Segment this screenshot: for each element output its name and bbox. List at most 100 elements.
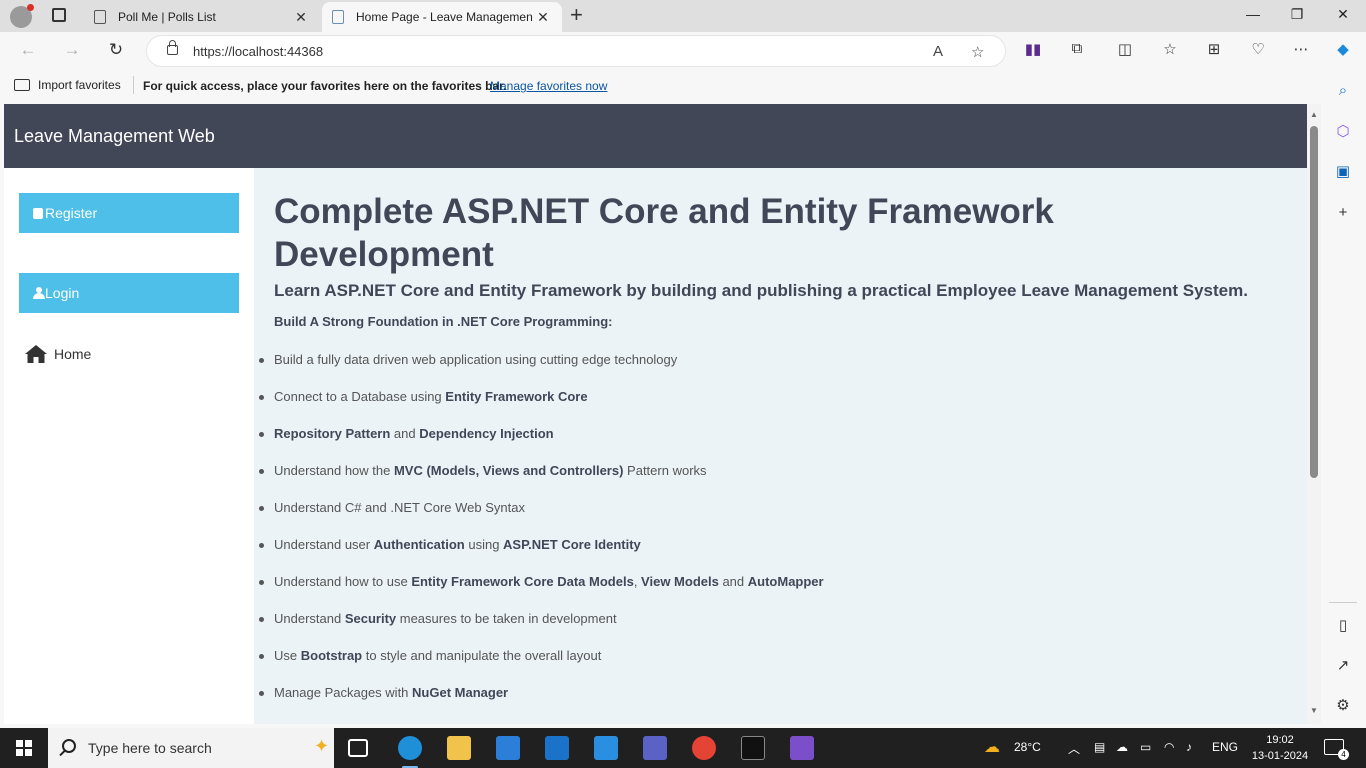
browser-toolbar: ← → ↻ https://localhost:44368 A ☆ ▮▮ ⧉ ◫… [0, 32, 1366, 70]
windows-start-icon[interactable] [16, 740, 32, 756]
scroll-up-icon[interactable]: ▲ [1310, 110, 1318, 119]
text: , [633, 574, 642, 589]
bold-text: AutoMapper [747, 574, 824, 589]
list-item: Connect to a Database using Entity Frame… [259, 387, 824, 424]
tab-label: Home Page - Leave Managemen [356, 10, 533, 24]
favorites-icon[interactable]: ☆ [1159, 40, 1181, 62]
volume-icon[interactable]: ♪ [1186, 740, 1192, 754]
clock[interactable]: 19:02 13-01-2024 [1251, 732, 1309, 764]
lock-icon[interactable] [167, 40, 178, 55]
list-item: Understand Security measures to be taken… [259, 609, 824, 646]
vscode-icon[interactable] [594, 736, 618, 760]
restore-icon[interactable]: ❐ [1274, 6, 1320, 23]
show-hidden-icons-icon[interactable]: ︿ [1068, 740, 1080, 757]
text: and [390, 426, 420, 441]
divider [133, 76, 134, 94]
visual-studio-icon[interactable] [790, 736, 814, 760]
chrome-icon[interactable] [692, 736, 716, 760]
store-icon[interactable] [496, 736, 520, 760]
profile-avatar-icon[interactable] [10, 4, 34, 28]
favorite-star-icon[interactable]: ☆ [971, 43, 984, 61]
onedrive-icon[interactable]: ☁ [1116, 740, 1128, 754]
manage-favorites-link[interactable]: Manage favorites now [490, 79, 607, 93]
list-item: Use Bootstrap to style and manipulate th… [259, 646, 824, 683]
weather-temp[interactable]: 28°C [1014, 740, 1041, 754]
close-window-icon[interactable]: ✕ [1320, 6, 1366, 23]
close-tab-icon[interactable]: ✕ [534, 9, 552, 26]
text: Understand user [274, 537, 374, 552]
search-placeholder: Type here to search [88, 740, 212, 756]
main-content: Complete ASP.NET Core and Entity Framewo… [254, 168, 1307, 724]
wifi-icon[interactable]: ◠ [1164, 740, 1174, 754]
page-title: Complete ASP.NET Core and Entity Framewo… [274, 192, 1054, 274]
mail-icon[interactable] [545, 736, 569, 760]
text: Manage Packages with [274, 685, 413, 700]
section-heading: Build A Strong Foundation in .NET Core P… [274, 314, 613, 329]
import-favorites-button[interactable]: Import favorites [14, 78, 121, 92]
register-button[interactable]: Register [19, 193, 239, 233]
sidebar-toggle-icon[interactable]: ▯ [1333, 616, 1353, 636]
register-label: Register [45, 205, 98, 221]
open-external-icon[interactable]: ↗ [1333, 656, 1353, 676]
browser-tab-home[interactable]: Home Page - Leave Managemen ✕ [322, 2, 562, 32]
settings-gear-icon[interactable]: ⚙ [1333, 696, 1353, 716]
teams-icon[interactable] [643, 736, 667, 760]
url-text[interactable]: https://localhost:44368 [193, 44, 323, 59]
app-brand[interactable]: Leave Management Web [14, 126, 215, 147]
network-drive-icon[interactable]: ▤ [1094, 740, 1105, 754]
weather-icon[interactable]: ☁ [984, 737, 1000, 757]
language-indicator[interactable]: ENG [1212, 740, 1238, 754]
file-explorer-icon[interactable] [447, 736, 471, 760]
read-aloud-icon[interactable]: A [933, 43, 943, 60]
outlook-icon[interactable]: ▣ [1333, 162, 1353, 182]
list-item: Understand how the MVC (Models, Views an… [259, 461, 824, 498]
split-screen-icon[interactable]: ◫ [1114, 40, 1136, 62]
sidebar-item-home[interactable]: Home [24, 344, 91, 364]
page-subtitle: Learn ASP.NET Core and Entity Framework … [274, 281, 1248, 300]
new-tab-icon[interactable]: + [570, 4, 583, 26]
office-icon[interactable]: ⬡ [1333, 122, 1353, 142]
import-icon [14, 79, 30, 91]
browser-essentials-icon[interactable]: ♡ [1247, 40, 1269, 62]
add-icon[interactable]: + [1333, 204, 1353, 224]
feature-list: Build a fully data driven web applicatio… [259, 350, 824, 720]
windows-taskbar: Type here to search ✦ ☁ 28°C ︿ ▤ ☁ ▭ ◠ ♪… [0, 728, 1366, 768]
favorites-bar: Import favorites For quick access, place… [0, 70, 1366, 100]
id-card-icon [33, 207, 43, 219]
extension-icon[interactable]: ▮▮ [1022, 40, 1044, 62]
forward-icon[interactable]: → [60, 40, 84, 62]
login-button[interactable]: Login [19, 273, 239, 313]
search-icon[interactable]: ⌕ [1333, 82, 1353, 102]
list-item: Manage Packages with NuGet Manager [259, 683, 824, 720]
text: measures to be taken in development [396, 611, 617, 626]
scrollbar-thumb[interactable] [1310, 126, 1318, 478]
tab-actions-icon[interactable] [52, 8, 66, 22]
close-tab-icon[interactable]: ✕ [292, 9, 310, 26]
more-menu-icon[interactable]: ⋯ [1290, 40, 1312, 62]
notifications-icon[interactable]: 4 [1324, 739, 1349, 760]
page-scrollbar[interactable]: ▲ ▼ [1307, 104, 1321, 724]
app-sidebar: Register Login Home [4, 168, 254, 724]
copilot-icon[interactable]: ◆ [1332, 40, 1354, 62]
bold-text: NuGet Manager [412, 685, 509, 700]
browser-tab-polls[interactable]: Poll Me | Polls List ✕ [84, 2, 320, 32]
home-icon [25, 345, 47, 363]
refresh-icon[interactable]: ↻ [104, 40, 128, 62]
terminal-icon[interactable] [741, 736, 765, 760]
scroll-down-icon[interactable]: ▼ [1310, 706, 1318, 715]
task-view-icon[interactable] [348, 739, 368, 757]
minimize-icon[interactable]: — [1230, 6, 1276, 22]
text: Understand [274, 611, 345, 626]
extensions-icon[interactable]: ⧉ [1066, 40, 1088, 62]
address-bar[interactable]: https://localhost:44368 A ☆ [146, 35, 1006, 67]
clock-date: 13-01-2024 [1251, 750, 1309, 762]
edge-app-icon[interactable] [398, 736, 422, 768]
bold-text: Entity Framework Core Data Models [411, 574, 634, 589]
list-item: Build a fully data driven web applicatio… [259, 350, 824, 387]
battery-icon[interactable]: ▭ [1140, 740, 1151, 754]
favorites-message: For quick access, place your favorites h… [143, 79, 507, 93]
page-icon [94, 10, 106, 24]
taskbar-search-box[interactable]: Type here to search ✦ [48, 728, 334, 768]
collections-icon[interactable]: ⊞ [1203, 40, 1225, 62]
back-icon[interactable]: ← [16, 40, 40, 62]
